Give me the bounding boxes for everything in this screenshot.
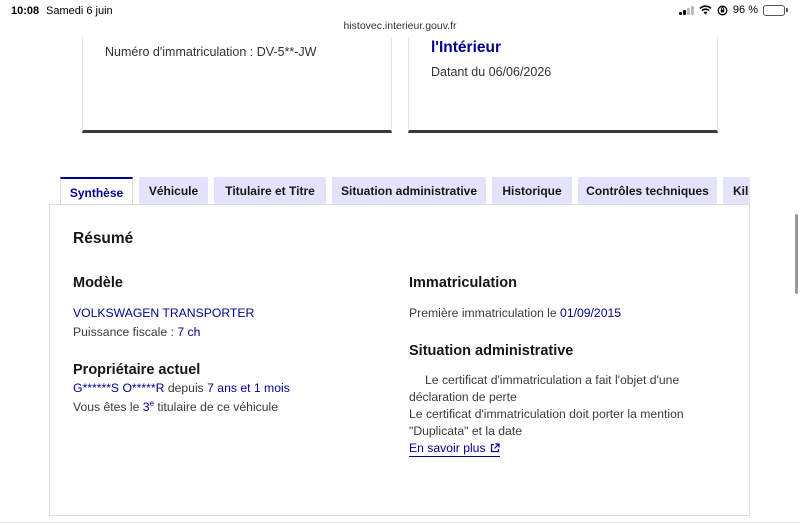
more-info-container: En savoir plus — [409, 441, 500, 457]
page-scrollbar[interactable] — [795, 214, 798, 294]
owner-rank-prefix: Vous êtes le — [73, 400, 143, 415]
tab-synthese[interactable]: Synthèse — [60, 177, 133, 205]
external-link-icon — [490, 443, 500, 453]
fiscal-power-value: 7 ch — [177, 325, 201, 339]
tab-controles-techniques[interactable]: Contrôles techniques — [578, 177, 717, 205]
report-card: l'Intérieur Datant du 06/06/2026 — [408, 37, 718, 133]
tab-situation-administrative[interactable]: Situation administrative — [332, 177, 486, 205]
model-heading: Modèle — [73, 275, 123, 291]
admin-line-3: Le certificat d'immatriculation doit por… — [409, 407, 684, 421]
more-info-link[interactable]: En savoir plus — [409, 441, 500, 457]
admin-line-1: Le certificat d'immatriculation a fait l… — [425, 373, 680, 387]
owner-heading: Propriétaire actuel — [73, 362, 201, 378]
tab-bar: Synthèse Véhicule Titulaire et Titre Sit… — [60, 177, 750, 205]
status-time: 10:08 — [11, 5, 40, 17]
orientation-lock-icon — [717, 5, 728, 16]
status-bar: 10:08 Samedi 6 juin 96 % — [0, 0, 800, 22]
owner-rank-end: titulaire de ce véhicule — [154, 400, 279, 415]
more-info-label: En savoir plus — [409, 441, 486, 455]
battery-percentage: 96 % — [732, 4, 758, 16]
battery-icon — [763, 4, 788, 16]
owner-since-label: depuis — [164, 381, 208, 395]
summary-title: Résumé — [73, 230, 134, 247]
admin-line-4: "Duplicata" et la date — [409, 424, 522, 438]
registration-number: Numéro d'immatriculation : DV-5**-JW — [105, 45, 317, 59]
tab-kilometrage[interactable]: Kil — [723, 177, 750, 205]
cellular-signal-icon — [678, 5, 694, 15]
report-date: Datant du 06/06/2026 — [431, 65, 552, 79]
admin-situation-heading: Situation administrative — [409, 343, 574, 359]
owner-rank: Vous êtes le 3e titulaire de ce véhicule — [73, 399, 278, 414]
owner-rank-number: 3 — [142, 400, 150, 415]
tab-titulaire-et-titre[interactable]: Titulaire et Titre — [214, 177, 326, 205]
wifi-icon — [699, 5, 712, 15]
tab-vehicule[interactable]: Véhicule — [139, 177, 208, 205]
owner-line: G******S O*****R depuis 7 ans et 1 mois — [73, 381, 290, 395]
first-registration: Première immatriculation le 01/09/2015 — [409, 306, 621, 320]
owner-name: G******S O*****R — [73, 381, 165, 395]
owner-since-value: 7 ans et 1 mois — [207, 381, 290, 395]
address-bar[interactable]: histovec.interieur.gouv.fr — [0, 20, 800, 32]
status-date: Samedi 6 juin — [46, 5, 113, 17]
tab-historique[interactable]: Historique — [492, 177, 572, 205]
registration-card: Numéro d'immatriculation : DV-5**-JW — [82, 37, 392, 133]
synthese-panel: Résumé Modèle VOLKSWAGEN TRANSPORTER Pui… — [49, 204, 750, 516]
status-indicators: 96 % — [678, 4, 788, 16]
fiscal-power: Puissance fiscale : 7 ch — [73, 325, 200, 339]
report-card-heading: l'Intérieur — [431, 39, 502, 56]
fiscal-power-label: Puissance fiscale : — [73, 325, 178, 339]
first-registration-label: Première immatriculation le — [409, 306, 561, 320]
admin-line-2: déclaration de perte — [409, 390, 517, 404]
model-name: VOLKSWAGEN TRANSPORTER — [73, 306, 255, 320]
registration-heading: Immatriculation — [409, 275, 517, 291]
first-registration-date: 01/09/2015 — [560, 306, 622, 320]
bottom-divider — [0, 522, 800, 523]
